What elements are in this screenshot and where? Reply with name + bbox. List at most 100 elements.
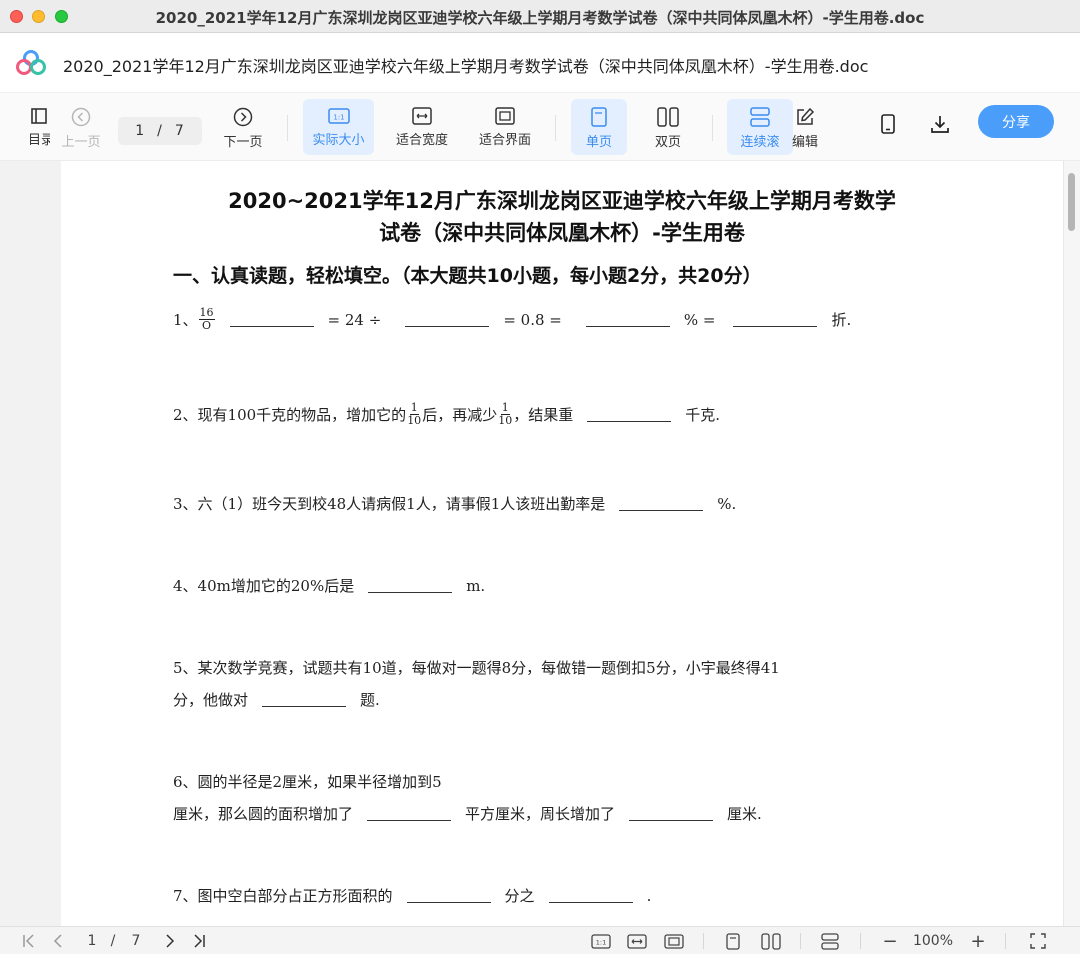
actual-size-label: 实际大小 <box>312 133 365 148</box>
single-page-icon <box>726 932 740 950</box>
question-2-mid: 后，再减少 <box>422 406 498 424</box>
question-6-text: 厘米，那么圆的面积增加了 <box>173 805 354 823</box>
question-6-line-2: 厘米，那么圆的面积增加了 平方厘米，周长增加了 厘米. <box>173 803 762 824</box>
question-7: 7、图中空白部分占正方形面积的 分之 . <box>173 885 651 906</box>
download-button[interactable] <box>927 111 953 137</box>
svg-text:1:1: 1:1 <box>596 938 606 946</box>
toc-icon <box>31 108 47 124</box>
question-2-mid2: ，结果重 <box>513 406 574 424</box>
bottom-fit-width-button[interactable] <box>626 932 648 950</box>
single-page-label: 单页 <box>585 135 612 150</box>
question-7-mid: 分之 <box>504 887 535 905</box>
bottom-current-page[interactable]: 1 <box>82 932 102 950</box>
zoom-out-button[interactable]: − <box>880 931 900 952</box>
actual-size-button[interactable]: 1:1 实际大小 <box>303 99 374 155</box>
toolbar-divider <box>555 115 556 141</box>
bottom-divider <box>703 933 704 949</box>
question-6-mid: 平方厘米，周长增加了 <box>465 805 616 823</box>
mobile-view-button[interactable] <box>875 111 901 137</box>
fit-page-icon <box>664 933 684 949</box>
edit-button[interactable]: 编辑 <box>778 99 832 155</box>
svg-text:1:1: 1:1 <box>333 114 344 122</box>
question-5-text: 分，他做对 <box>173 691 249 709</box>
fit-width-label: 适合宽度 <box>395 133 448 148</box>
edit-icon <box>797 107 815 125</box>
question-7-text: 7、图中空白部分占正方形面积的 <box>173 887 393 905</box>
prev-page-label: 上一页 <box>61 135 101 150</box>
document-viewport[interactable]: 2020~2021学年12月广东深圳龙岗区亚迪学校六年级上学期月考数学 试卷（深… <box>0 161 1080 926</box>
question-4-suffix: m. <box>466 576 486 595</box>
question-6-line-1: 6、圆的半径是2厘米，如果半径增加到5 <box>173 773 442 791</box>
bottom-status-bar: 1 / 7 1:1 − 100% + <box>0 926 1080 954</box>
fit-width-button[interactable]: 适合宽度 <box>387 99 457 155</box>
mobile-phone-icon <box>881 114 895 134</box>
next-page-label: 下一页 <box>223 135 263 150</box>
continuous-scroll-label: 连续滚 <box>740 135 780 150</box>
scrollbar-thumb[interactable] <box>1068 173 1075 231</box>
question-4: 4、40m增加它的20%后是 m. <box>173 575 485 596</box>
share-button[interactable]: 分享 <box>978 105 1054 138</box>
bottom-divider <box>1005 933 1006 949</box>
document-title-line-1: 2020~2021学年12月广东深圳龙岗区亚迪学校六年级上学期月考数学 <box>228 189 896 213</box>
last-page-button[interactable] <box>190 932 208 950</box>
question-2-fraction-2: 1 10 <box>498 402 512 427</box>
answer-blank <box>619 497 704 511</box>
bottom-single-page-button[interactable] <box>724 932 742 950</box>
fit-width-icon <box>412 107 432 125</box>
app-logo-icon <box>16 50 46 75</box>
bottom-fit-page-button[interactable] <box>663 932 685 950</box>
question-1-pct: % = <box>683 310 716 329</box>
chevron-right-icon <box>166 934 175 948</box>
question-7-suffix: . <box>646 886 652 905</box>
fullscreen-button[interactable] <box>1028 932 1048 950</box>
window-titlebar: 2020_2021学年12月广东深圳龙岗区亚迪学校六年级上学期月考数学试卷（深中… <box>0 0 1080 33</box>
question-1-suffix: 折. <box>831 311 852 329</box>
answer-blank <box>405 313 490 327</box>
toc-label: 目录 <box>28 133 50 148</box>
bottom-continuous-button[interactable] <box>819 932 841 950</box>
question-1-fraction: 16 O <box>198 307 215 332</box>
bottom-actual-size-button[interactable]: 1:1 <box>590 932 612 950</box>
answer-blank <box>733 313 818 327</box>
viewer-toolbar: 目录 上一页 1 / 7 下一页 1:1 实际大小 适合宽度 适合界面 单页 双… <box>0 93 1080 161</box>
section-heading: 一、认真读题，轻松填空。（本大题共10小题，每小题2分，共20分） <box>173 265 762 287</box>
bottom-total-pages: 7 <box>131 933 141 949</box>
bottom-double-page-button[interactable] <box>760 932 782 950</box>
document-header: 2020_2021学年12月广东深圳龙岗区亚迪学校六年级上学期月考数学试卷（深中… <box>0 33 1080 93</box>
fit-width-icon <box>627 933 647 949</box>
prev-page-button[interactable]: 上一页 <box>48 99 114 155</box>
answer-blank <box>587 408 672 422</box>
question-1: 1、 16 O = 24 ÷ = 0.8 = % = 折. <box>173 307 851 332</box>
chevron-left-circle-icon <box>71 107 91 127</box>
first-page-button[interactable] <box>20 932 38 950</box>
edit-label: 编辑 <box>791 135 818 150</box>
fit-page-button[interactable]: 适合界面 <box>470 99 540 155</box>
page-separator: / <box>157 123 163 139</box>
question-2-suffix: 千克. <box>685 406 720 424</box>
question-2-prefix: 2、现有100千克的物品，增加它的 <box>173 406 407 424</box>
window-title: 2020_2021学年12月广东深圳龙岗区亚迪学校六年级上学期月考数学试卷（深中… <box>155 9 925 27</box>
first-page-icon <box>23 934 34 948</box>
question-1-prefix: 1、 <box>173 311 198 329</box>
answer-blank <box>229 313 314 327</box>
question-2-fraction: 1 10 <box>407 402 421 427</box>
single-page-button[interactable]: 单页 <box>571 99 627 155</box>
single-page-icon <box>591 107 607 127</box>
zoom-in-button[interactable]: + <box>968 931 988 952</box>
toolbar-divider <box>287 115 288 141</box>
next-page-button[interactable]: 下一页 <box>210 99 276 155</box>
continuous-scroll-icon <box>821 932 839 950</box>
answer-blank <box>368 579 453 593</box>
double-page-button[interactable]: 双页 <box>640 99 696 155</box>
page-indicator[interactable]: 1 / 7 <box>118 117 202 145</box>
zoom-level[interactable]: 100% <box>910 932 956 950</box>
question-1-eq2: = 0.8 = <box>503 310 562 329</box>
current-page-input[interactable]: 1 <box>135 123 145 139</box>
bottom-page-separator: / <box>110 933 116 949</box>
next-page-bottom-button[interactable] <box>162 932 178 950</box>
vertical-scrollbar[interactable] <box>1063 161 1080 926</box>
double-page-icon <box>761 932 781 950</box>
answer-blank <box>406 889 491 903</box>
question-1-eq1: = 24 ÷ <box>327 310 382 329</box>
prev-page-bottom-button[interactable] <box>50 932 66 950</box>
